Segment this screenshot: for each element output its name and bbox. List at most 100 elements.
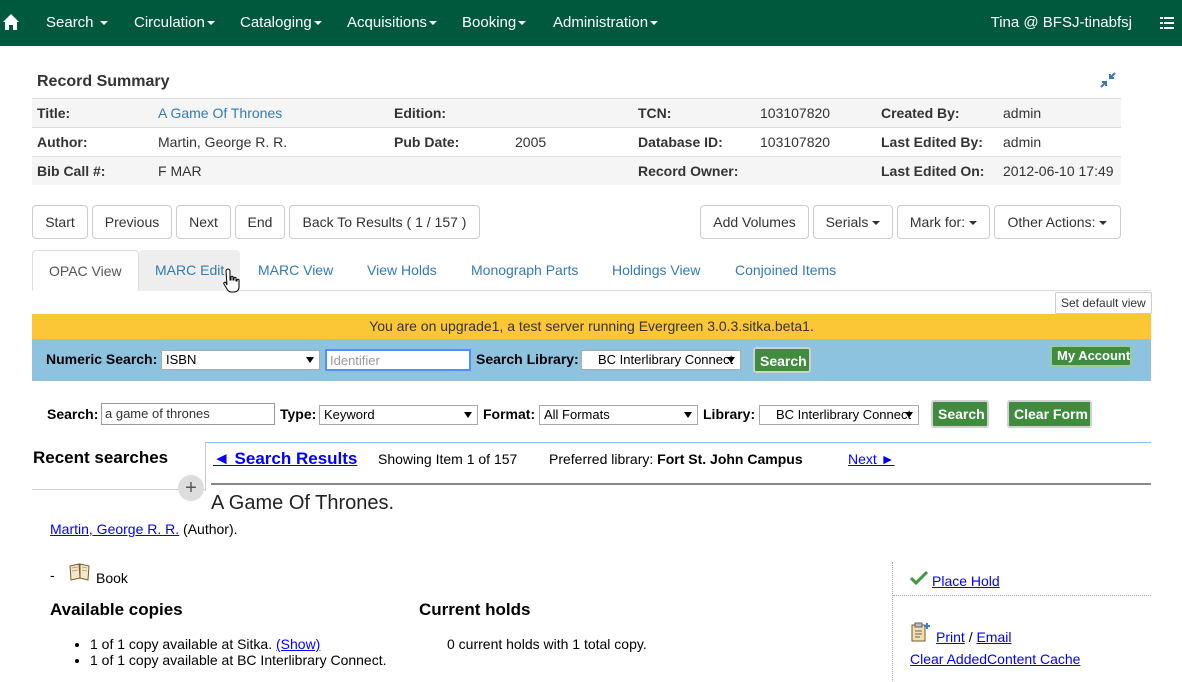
other-actions-button[interactable]: Other Actions: [994,205,1121,239]
user-menu[interactable]: Tina @ BFSJ-tinabfsj [991,14,1132,31]
home-icon[interactable] [2,12,20,32]
print-link[interactable]: Print [936,629,965,645]
summary-value: 103107820 [760,134,831,150]
format-label: Format: [483,406,536,422]
numeric-search-label: Numeric Search: [46,351,158,367]
format-select[interactable]: All Formats [539,405,698,425]
numeric-search-bar: Numeric Search: ISBN Identifier Search L… [32,339,1151,381]
mark-for-label: Mark for: [909,214,966,230]
menu-booking[interactable]: Booking [462,14,527,31]
tab-holdings-view[interactable]: Holdings View [596,250,716,291]
format-label: Book [96,570,128,586]
library-value: BC Interlibrary Connect [776,407,912,422]
numeric-type-value: ISBN [166,352,197,367]
actions-rule [893,595,1151,596]
tab-marc-view[interactable]: MARC View [242,250,349,291]
copy-text: 1 of 1 copy available at Sitka. [90,636,273,652]
search-type-value: Keyword [324,407,375,422]
collapse-icon[interactable] [1100,72,1116,88]
tab-view-holds[interactable]: View Holds [351,250,453,291]
summary-label: Record Owner: [638,163,739,179]
menu-administration[interactable]: Administration [553,14,659,31]
search-query-input[interactable]: a game of thrones [101,403,275,425]
menu-search[interactable]: Search [46,14,108,31]
identifier-input[interactable]: Identifier [325,349,471,371]
top-navbar: Search Circulation Cataloging Acquisitio… [0,0,1182,46]
current-holds-heading: Current holds [419,600,531,619]
results-nav-divider [211,483,1151,485]
other-actions-label: Other Actions: [1007,214,1096,230]
menu-cataloging[interactable]: Cataloging [240,14,322,31]
author-line: Martin, George R. R. (Author). [50,521,238,537]
end-button[interactable]: End [235,205,285,239]
search-button[interactable]: Search [931,400,989,428]
preferred-library-value: Fort St. John Campus [657,451,803,467]
expand-recent-searches-icon[interactable]: + [178,475,204,501]
tab-monograph-parts[interactable]: Monograph Parts [455,250,594,291]
summary-label: TCN: [638,105,672,121]
book-icon [69,563,90,581]
summary-value: 103107820 [760,105,831,121]
start-button[interactable]: Start [32,205,88,239]
summary-label: Database ID: [638,134,723,150]
clear-added-content-cache-link[interactable]: Clear AddedContent Cache [910,651,1080,667]
summary-row: Author: Martin, George R. R. Pub Date: 2… [32,127,1121,156]
show-copies-link[interactable]: (Show) [276,636,320,652]
search-type-select[interactable]: Keyword [319,405,478,425]
search-library-label: Search Library: [476,351,579,367]
summary-row: Title: A Game Of Thrones Edition: TCN: 1… [32,98,1121,127]
summary-value: Martin, George R. R. [158,134,288,150]
summary-value: admin [1003,134,1042,150]
copy-text: 1 of 1 copy available at BC Interlibrary… [90,652,387,668]
record-summary-title: Record Summary [37,73,170,90]
recent-searches-border [205,443,206,491]
set-default-view-button[interactable]: Set default view [1055,292,1152,314]
preferred-library-label: Preferred library: [549,451,654,467]
back-to-search-results-link[interactable]: ◄ Search Results [213,449,357,469]
library-label: Library: [703,406,756,422]
menu-circulation[interactable]: Circulation [134,14,215,31]
list-icon[interactable] [1160,16,1174,30]
summary-label: Last Edited By: [881,134,983,150]
summary-label: Pub Date: [394,134,460,150]
add-volumes-button[interactable]: Add Volumes [700,205,809,239]
summary-value: F MAR [158,163,202,179]
actions-separator [892,562,893,682]
available-copies-heading: Available copies [50,600,183,619]
summary-label: Created By: [881,105,960,121]
serials-button[interactable]: Serials [813,205,893,239]
results-top-rule [205,442,1151,443]
numeric-search-button[interactable]: Search [753,347,811,373]
serials-label: Serials [825,214,869,230]
previous-button[interactable]: Previous [92,205,172,239]
tab-opac-view[interactable]: OPAC View [32,250,139,291]
email-link[interactable]: Email [976,629,1011,645]
place-hold-link[interactable]: Place Hold [932,573,1000,589]
tab-conjoined-items[interactable]: Conjoined Items [719,250,852,291]
summary-label: Last Edited On: [881,163,985,179]
author-link[interactable]: Martin, George R. R. [50,521,179,537]
library-select[interactable]: BC Interlibrary Connect [759,405,919,425]
numeric-library-select[interactable]: BC Interlibrary Connect [581,350,741,370]
menu-acquisitions[interactable]: Acquisitions [347,14,438,31]
mark-for-button[interactable]: Mark for: [897,205,990,239]
summary-label: Title: [37,105,71,121]
showing-item-text: Showing Item 1 of 157 [378,451,518,467]
clear-form-button[interactable]: Clear Form [1007,400,1092,428]
numeric-library-value: BC Interlibrary Connect [598,352,734,367]
my-account-button[interactable]: My Account [1050,345,1132,367]
title-link[interactable]: A Game Of Thrones [158,105,282,121]
record-title: A Game Of Thrones. [211,492,395,514]
test-server-banner: You are on upgrade1, a test server runni… [32,314,1151,339]
record-summary-table: Title: A Game Of Thrones Edition: TCN: 1… [32,98,1121,185]
current-holds-text: 0 current holds with 1 total copy. [447,636,647,652]
back-to-results-button[interactable]: Back To Results ( 1 / 157 ) [289,205,480,239]
check-icon [910,570,928,586]
type-label: Type: [280,406,317,422]
summary-row: Bib Call #: F MAR Record Owner: Last Edi… [32,156,1121,185]
author-role: (Author). [183,521,238,537]
next-button[interactable]: Next [176,205,231,239]
next-result-link[interactable]: Next ► [848,451,895,467]
numeric-type-select[interactable]: ISBN [161,350,320,370]
summary-label: Bib Call #: [37,163,106,179]
